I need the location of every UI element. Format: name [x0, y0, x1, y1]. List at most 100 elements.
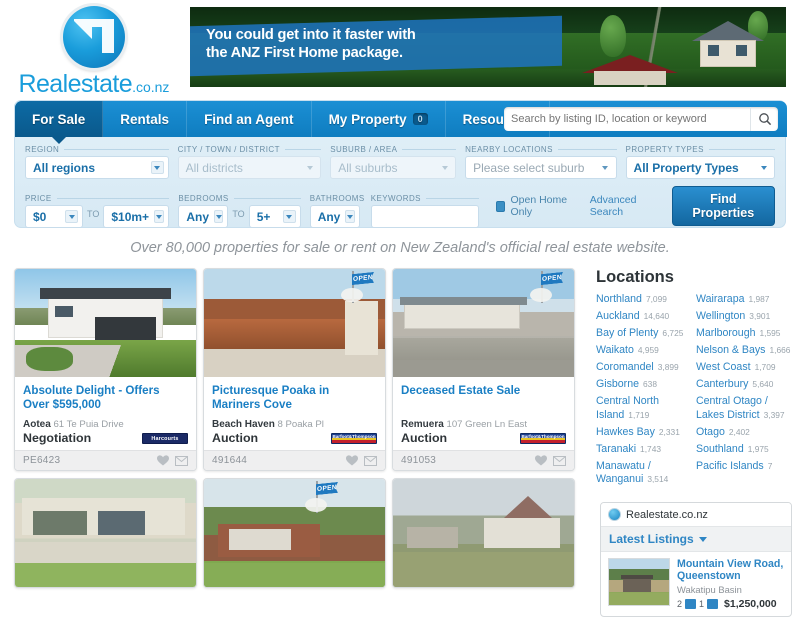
listing-photo[interactable]: OPEN [204, 269, 385, 377]
location-link[interactable]: Taranaki [596, 443, 636, 455]
latest-listings-label: Latest Listings [609, 532, 694, 546]
search-button[interactable] [750, 107, 778, 131]
listing-card[interactable]: OPEN Picturesque Poaka in Mariners Cove … [203, 268, 386, 471]
location-link[interactable]: Bay of Plenty [596, 327, 658, 339]
nav-tab-find-an-agent[interactable]: Find an Agent [187, 101, 312, 137]
heart-icon[interactable] [157, 455, 169, 466]
nearby-locations-select[interactable]: Please select suburb [465, 156, 617, 179]
advanced-search-link[interactable]: Advanced Search [590, 194, 662, 218]
chevron-down-icon [303, 161, 316, 174]
location-link[interactable]: Gisborne [596, 378, 639, 390]
region-select[interactable]: All regions [25, 156, 169, 179]
listing-photo[interactable] [15, 479, 196, 587]
location-link[interactable]: Central Otago / Lakes District [696, 395, 768, 421]
filter-bedrooms: BEDROOMS Any TO 5+ [178, 194, 301, 228]
listing-footer: PE6423 [15, 450, 196, 470]
location-link[interactable]: Auckland [596, 310, 640, 322]
locations-panel: Locations Northland 7,099 Auckland 14,640 … [596, 268, 796, 489]
city-select[interactable]: All districts [177, 156, 322, 179]
location-link[interactable]: Waikato [596, 344, 634, 356]
location-link[interactable]: Northland [596, 293, 642, 305]
location-link[interactable]: Wairarapa [696, 293, 744, 305]
advertisement-banner[interactable]: You could get into it faster with the AN… [190, 7, 786, 87]
listing-title[interactable]: Absolute Delight - Offers Over $595,000 [23, 384, 188, 411]
realestate-nz-logo-icon [63, 6, 125, 68]
listing-title[interactable]: Deceased Estate Sale [401, 384, 566, 411]
price-min-select[interactable]: $0 [25, 205, 83, 228]
search-input[interactable] [504, 107, 750, 131]
listing-card[interactable]: OPEN [203, 478, 386, 588]
location-link[interactable]: Canterbury [696, 378, 748, 390]
listing-suburb: Remuera [401, 419, 444, 430]
bed-icon [685, 599, 697, 609]
filter-nearby: NEARBY LOCATIONS Please select suburb [465, 145, 617, 179]
heart-icon[interactable] [346, 455, 358, 466]
listing-photo[interactable]: OPEN [393, 269, 574, 377]
listing-price-row: Auction Barfoot&Thompson [212, 431, 377, 445]
location-link[interactable]: Coromandel [596, 361, 654, 373]
listing-reference: 491644 [212, 455, 248, 466]
latest-listings-dropdown[interactable]: Latest Listings [601, 527, 791, 552]
listing-photo[interactable]: OPEN [204, 479, 385, 587]
listing-card[interactable]: OPEN Deceased Estate Sale Remuera 107 Gr… [392, 268, 575, 471]
listing-price: Negotiation [23, 431, 92, 445]
site-logo[interactable]: Realestate.co.nz [14, 6, 174, 99]
widget-listing-item[interactable]: Mountain View Road, Queenstown Wakatipu … [601, 552, 791, 616]
location-count: 638 [643, 379, 657, 389]
bedrooms-min-select[interactable]: Any [178, 205, 229, 228]
find-properties-button[interactable]: Find Properties [671, 186, 775, 226]
open-home-flag-icon: OPEN [303, 481, 333, 515]
location-count: 3,901 [749, 311, 771, 321]
chevron-down-icon [438, 161, 451, 174]
listing-street: 8 Poaka Pl [277, 419, 324, 430]
realestate-logo-icon [608, 508, 621, 521]
envelope-icon[interactable] [175, 455, 188, 466]
location-item: Gisborne 638 [596, 377, 692, 391]
suburb-select[interactable]: All suburbs [330, 156, 457, 179]
nav-tab-for-sale[interactable]: For Sale [15, 101, 104, 144]
location-link[interactable]: West Coast [696, 361, 751, 373]
keywords-input[interactable] [370, 205, 479, 228]
location-link[interactable]: Manawatu / Wanganui [596, 460, 651, 486]
widget-listing-thumbnail [608, 558, 670, 606]
filter-suburb: SUBURB / AREA All suburbs [330, 145, 457, 179]
location-link[interactable]: Southland [696, 443, 744, 455]
listing-card[interactable] [14, 478, 197, 588]
price-max-select[interactable]: $10m+ [103, 205, 170, 228]
nav-tab-rentals[interactable]: Rentals [103, 101, 188, 137]
location-link[interactable]: Nelson & Bays [696, 344, 765, 356]
nav-tab-label: Rentals [120, 111, 170, 127]
filter-city: CITY / TOWN / DISTRICT All districts [177, 145, 322, 179]
location-link[interactable]: Marlborough [696, 327, 755, 339]
widget-listing-meta: 2 1 $1,250,000 [677, 598, 784, 610]
label-text: BATHROOMS [309, 194, 365, 203]
location-link[interactable]: Pacific Islands [696, 460, 764, 472]
search-panel: For Sale Rentals Find an Agent My Proper… [14, 100, 787, 228]
location-item: Taranaki 1,743 [596, 442, 692, 456]
listing-card[interactable] [392, 478, 575, 588]
location-item: Central North Island 1,719 [596, 394, 692, 421]
open-home-only-checkbox[interactable] [495, 200, 506, 212]
listing-photo[interactable] [393, 479, 574, 587]
envelope-icon[interactable] [364, 455, 377, 466]
widget-listing-title[interactable]: Mountain View Road, Queenstown [677, 558, 784, 582]
listing-street: 107 Green Ln East [446, 419, 528, 430]
listing-photo[interactable] [15, 269, 196, 377]
listing-title[interactable]: Picturesque Poaka in Mariners Cove [212, 384, 377, 411]
location-link[interactable]: Otago [696, 426, 725, 438]
bathrooms-select[interactable]: Any [309, 205, 360, 228]
heart-icon[interactable] [535, 455, 547, 466]
listing-address: Aotea 61 Te Puia Drive [23, 419, 188, 430]
location-count: 5,640 [752, 379, 774, 389]
location-item: Wellington 3,901 [696, 309, 792, 323]
envelope-icon[interactable] [553, 455, 566, 466]
listing-card[interactable]: Absolute Delight - Offers Over $595,000 … [14, 268, 197, 471]
bedrooms-max-select[interactable]: 5+ [248, 205, 301, 228]
nav-tab-my-property[interactable]: My Property 0 [312, 101, 446, 137]
location-link[interactable]: Hawkes Bay [596, 426, 655, 438]
location-link[interactable]: Wellington [696, 310, 745, 322]
property-image [204, 479, 385, 587]
property-types-select[interactable]: All Property Types [625, 156, 776, 179]
listings-row-1: Absolute Delight - Offers Over $595,000 … [14, 268, 588, 471]
price-to-label: TO [87, 209, 100, 219]
